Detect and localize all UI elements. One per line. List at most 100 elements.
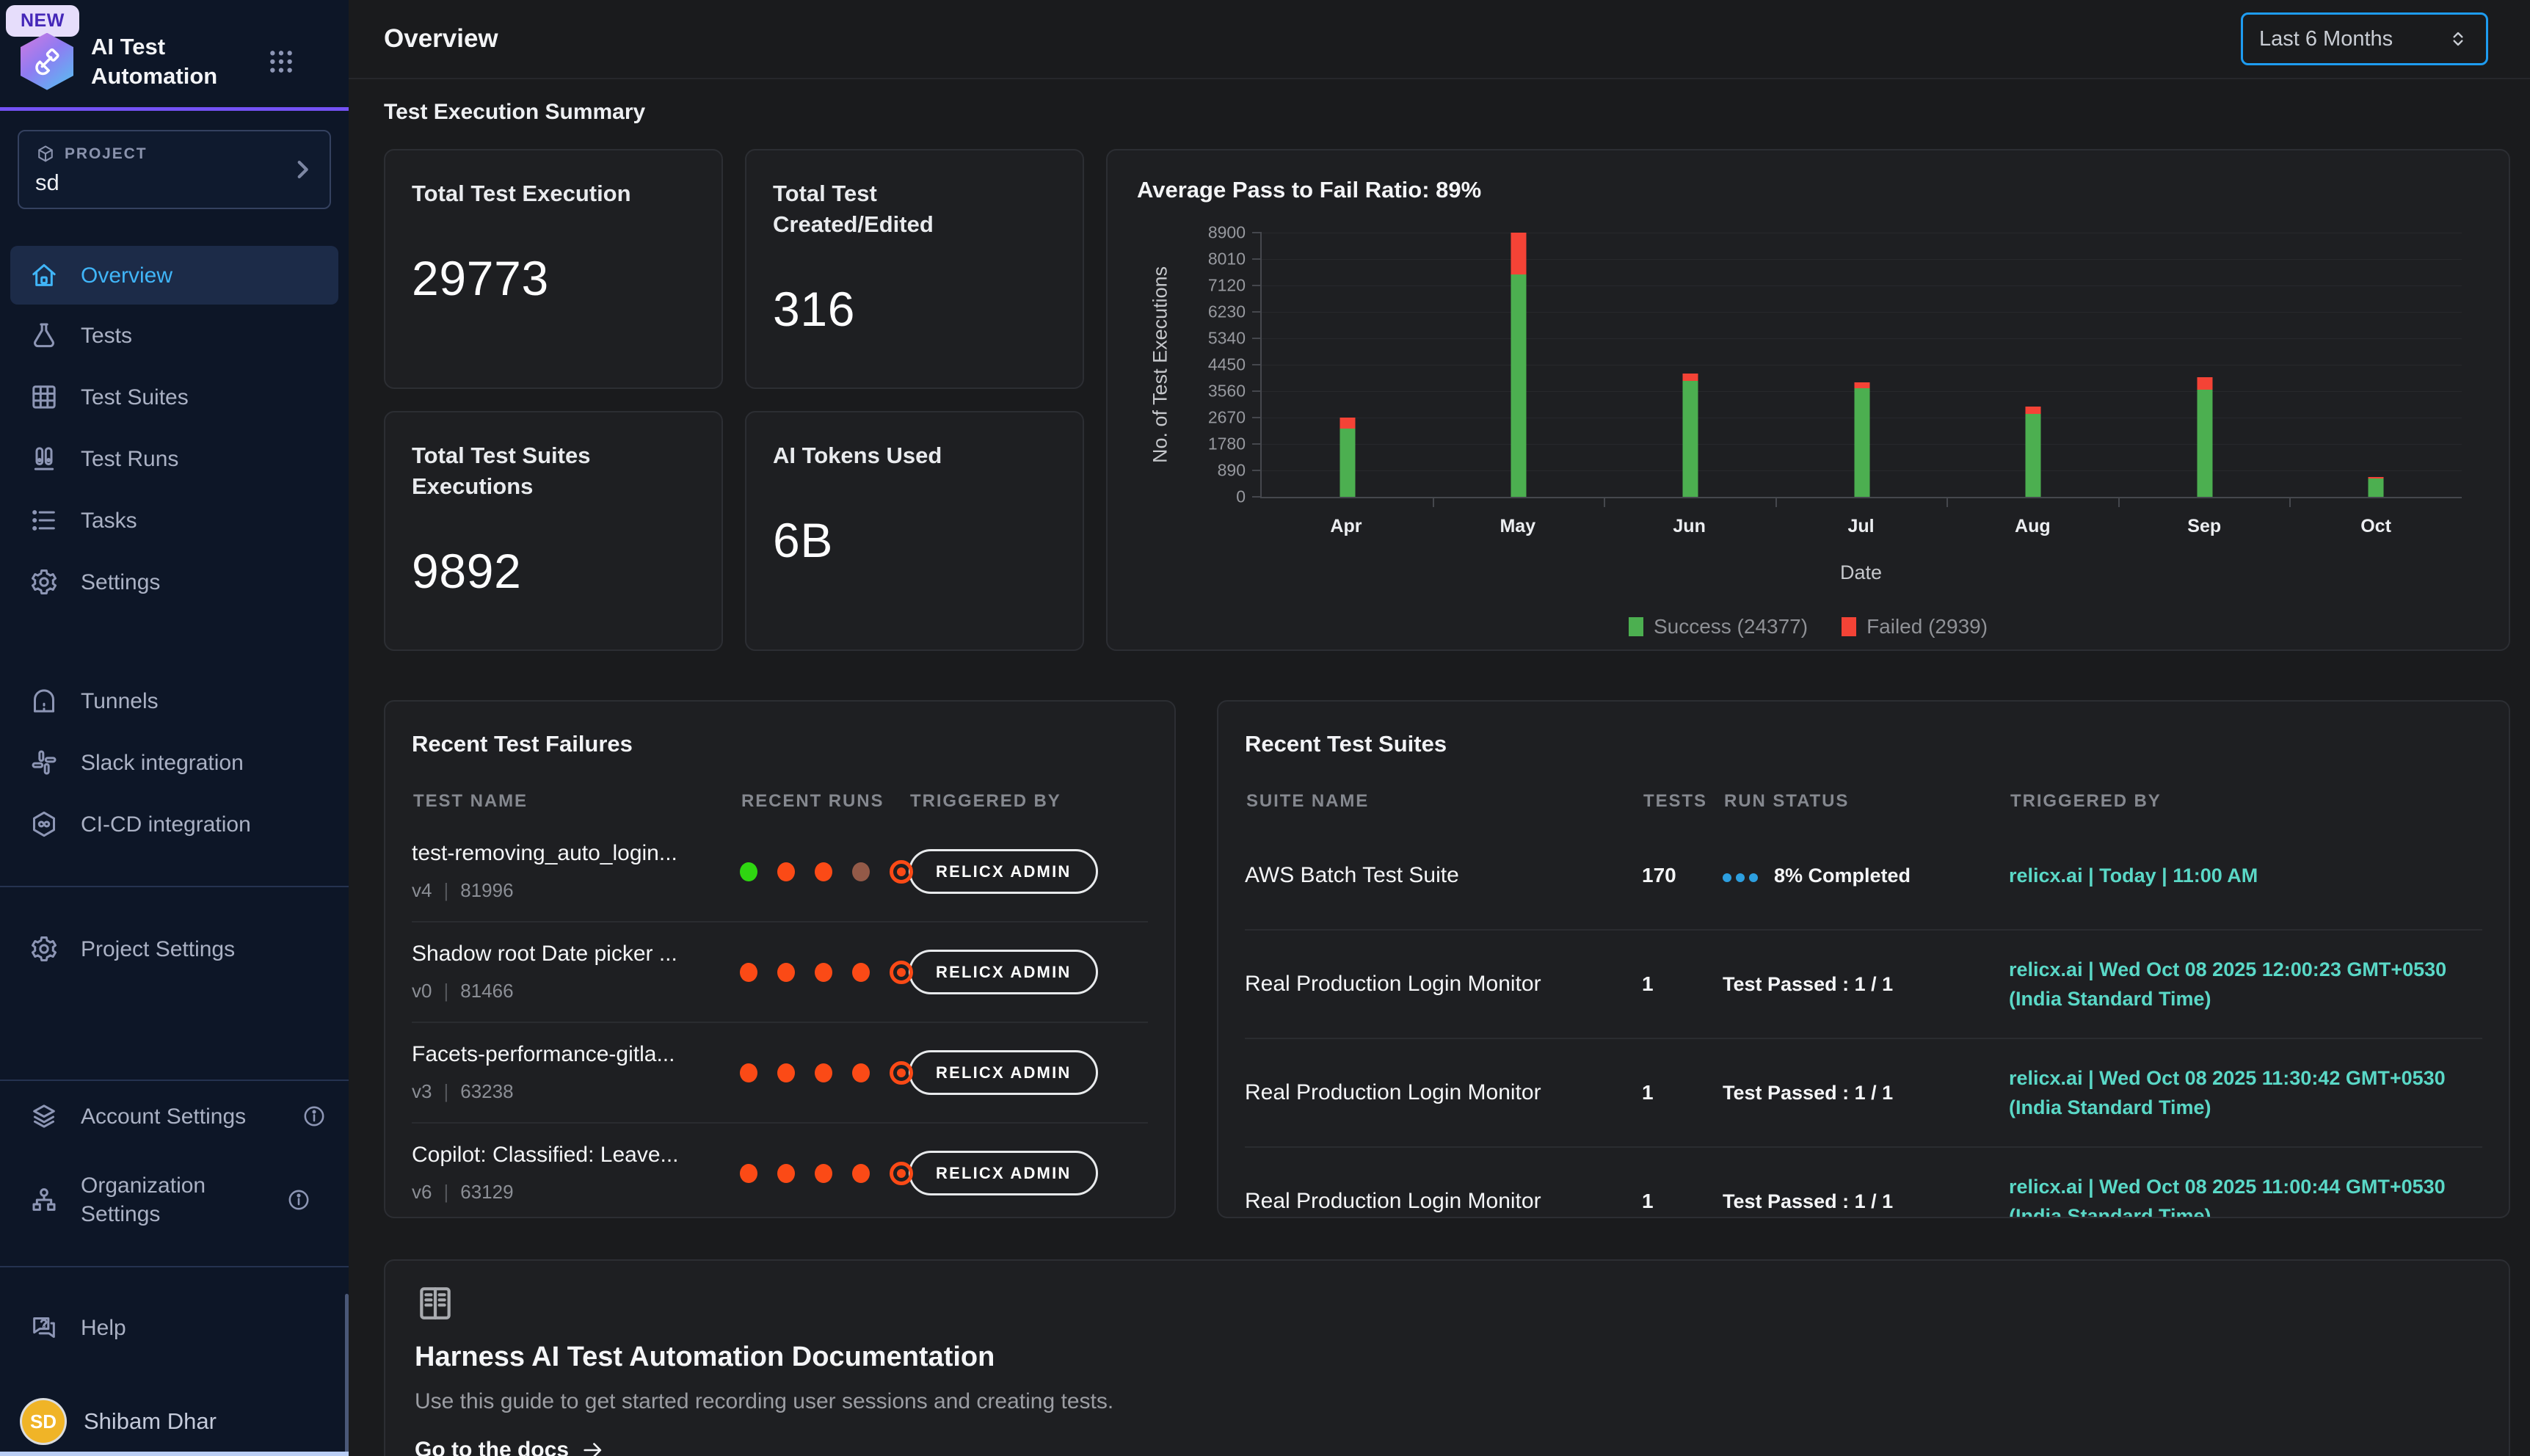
y-tick-label: 8010 xyxy=(1179,250,1246,269)
sidebar-item-project-settings[interactable]: Project Settings xyxy=(0,918,349,980)
failures-column-recent-runs: RECENT RUNS xyxy=(741,791,910,812)
sidebar-item-test-runs[interactable]: Test Runs xyxy=(0,428,349,489)
period-select[interactable]: Last 6 Months xyxy=(2241,12,2488,65)
failure-row[interactable]: test-removing_auto_login...v4|81996RELIC… xyxy=(412,822,1148,921)
sidebar-item-label: Test Runs xyxy=(81,445,327,473)
triggered-by-button[interactable]: RELICX ADMIN xyxy=(909,1050,1098,1095)
run-dot-failed-latest-icon xyxy=(890,1162,913,1185)
bar-aug xyxy=(2026,407,2041,497)
sidebar-item-help[interactable]: Help xyxy=(0,1297,349,1358)
x-tick xyxy=(1946,497,1948,507)
x-tick xyxy=(1433,497,1434,507)
y-tick-label: 8900 xyxy=(1179,223,1246,243)
failure-row[interactable]: Copilot: Classified: Leave...v6|63129REL… xyxy=(412,1122,1148,1218)
period-select-value: Last 6 Months xyxy=(2259,27,2446,51)
sidebar-item-tunnels[interactable]: Tunnels xyxy=(0,670,349,732)
top-bar: Overview Last 6 Months xyxy=(349,0,2530,79)
suite-row[interactable]: Real Production Login Monitor1Test Passe… xyxy=(1245,929,2482,1038)
failure-row[interactable]: Facets-performance-gitla...v3|63238 RELIC… xyxy=(412,1022,1148,1122)
failure-meta: v3|63238 xyxy=(412,1080,740,1103)
failures-column-test-name: TEST NAME xyxy=(413,791,741,812)
run-dot-failed-icon xyxy=(740,1164,757,1183)
x-tick xyxy=(2118,497,2120,507)
y-tick-label: 890 xyxy=(1179,461,1246,481)
grid-icon xyxy=(29,382,59,412)
cube-icon xyxy=(35,144,56,164)
failure-name-cell: Facets-performance-gitla...v3|63238 xyxy=(412,1042,740,1103)
summary-card-ai-tokens-used: AI Tokens Used 6B xyxy=(745,411,1084,651)
user-menu[interactable]: SD Shibam Dhar xyxy=(22,1400,217,1443)
suite-tests-count: 1 xyxy=(1642,1081,1723,1104)
bar-oct-success xyxy=(2369,478,2384,497)
sidebar-item-tests[interactable]: Tests xyxy=(0,305,349,366)
sidebar-item-overview[interactable]: Overview xyxy=(10,246,338,305)
summary-card-value: 316 xyxy=(773,281,1056,337)
suite-triggered-by: relicx.ai | Wed Oct 08 2025 11:00:44 GMT… xyxy=(2009,1172,2482,1219)
project-selector[interactable]: PROJECT sd xyxy=(18,130,331,209)
sidebar-bottom-scrollbar[interactable] xyxy=(0,1452,349,1456)
y-tick xyxy=(1252,443,1262,445)
suite-tests-count: 1 xyxy=(1642,1190,1723,1213)
bar-aug-failed xyxy=(2026,407,2041,414)
y-tick-label: 2670 xyxy=(1179,408,1246,428)
sidebar-item-slack-integration[interactable]: Slack integration xyxy=(0,732,349,793)
docs-link[interactable]: Go to the docs xyxy=(415,1438,2479,1456)
suites-title: Recent Test Suites xyxy=(1245,731,2482,757)
suites-column-triggered-by: TRIGGERED BY xyxy=(2010,791,2482,812)
x-tick xyxy=(1604,497,1605,507)
app-title: AI Test Automation xyxy=(91,32,249,90)
recent-runs xyxy=(740,860,909,884)
y-tick-label: 3560 xyxy=(1179,382,1246,401)
project-label: PROJECT xyxy=(65,145,147,163)
sidebar-item-ci-cd-integration[interactable]: CI-CD integration xyxy=(0,793,349,855)
triggered-by-button[interactable]: RELICX ADMIN xyxy=(909,950,1098,994)
y-tick-label: 0 xyxy=(1179,487,1246,507)
recent-runs xyxy=(740,1162,909,1185)
summary-card-total-test-suites-executions: Total Test Suites Executions9892 xyxy=(384,411,723,651)
suite-row[interactable]: Real Production Login Monitor1Test Passe… xyxy=(1245,1146,2482,1218)
bar-aug-success xyxy=(2026,414,2041,497)
failure-row[interactable]: Shadow root Date picker ...v0|81466RELIC… xyxy=(412,921,1148,1022)
bar-oct xyxy=(2369,477,2384,497)
summary-card-value: 6B xyxy=(773,512,1056,568)
sidebar-item-label: Account Settings xyxy=(81,1102,280,1131)
sidebar-divider xyxy=(0,1266,349,1267)
failure-run-id: 81996 xyxy=(460,879,513,902)
page-title: Overview xyxy=(384,24,498,54)
summary-card-value: 29773 xyxy=(412,250,695,306)
run-dot-failed-latest-icon xyxy=(890,860,913,884)
run-dot-failed-icon xyxy=(815,1063,832,1082)
chart-title: Average Pass to Fail Ratio: 89% xyxy=(1137,177,2479,203)
bar-jun-success xyxy=(1682,381,1698,497)
legend-item: Success (24377) xyxy=(1629,615,1808,638)
suite-row[interactable]: AWS Batch Test Suite1708% Completedrelic… xyxy=(1245,822,2482,929)
suite-name: Real Production Login Monitor xyxy=(1245,972,1642,997)
sidebar-item-tasks[interactable]: Tasks xyxy=(0,489,349,551)
x-tick-label: Jun xyxy=(1673,516,1705,537)
arrow-right-icon xyxy=(581,1438,606,1456)
triggered-by-button[interactable]: RELICX ADMIN xyxy=(909,849,1098,894)
sidebar-item-test-suites[interactable]: Test Suites xyxy=(0,366,349,428)
triggered-by-button[interactable]: RELICX ADMIN xyxy=(909,1151,1098,1195)
sidebar-item-label: Project Settings xyxy=(81,935,327,964)
bar-sep xyxy=(2197,377,2212,497)
y-tick-label: 5340 xyxy=(1179,329,1246,349)
sidebar-item-organization-settings[interactable]: Organization Settings xyxy=(0,1156,349,1244)
sidebar-item-account-settings[interactable]: Account Settings xyxy=(0,1085,349,1147)
apps-grid-icon[interactable] xyxy=(266,47,296,76)
sidebar-item-settings[interactable]: Settings xyxy=(0,551,349,613)
run-dot-failed-icon xyxy=(777,862,795,881)
legend-label: Success (24377) xyxy=(1654,615,1808,638)
suites-column-run-status: RUN STATUS xyxy=(1724,791,2010,812)
x-tick xyxy=(2289,497,2291,507)
failures-table-body: test-removing_auto_login...v4|81996RELIC… xyxy=(412,822,1148,1218)
suite-triggered-by: relicx.ai | Today | 11:00 AM xyxy=(2009,861,2482,891)
sidebar-divider xyxy=(0,886,349,887)
suite-row[interactable]: Real Production Login Monitor1Test Passe… xyxy=(1245,1038,2482,1146)
recent-runs xyxy=(740,1061,909,1085)
summary-card-label: Total Test Created/Edited xyxy=(773,178,1015,240)
info-icon[interactable] xyxy=(302,1104,327,1129)
sidebar-item-label: Tests xyxy=(81,321,327,350)
summary-card-label: AI Tokens Used xyxy=(773,440,1015,471)
info-icon[interactable] xyxy=(286,1187,311,1212)
